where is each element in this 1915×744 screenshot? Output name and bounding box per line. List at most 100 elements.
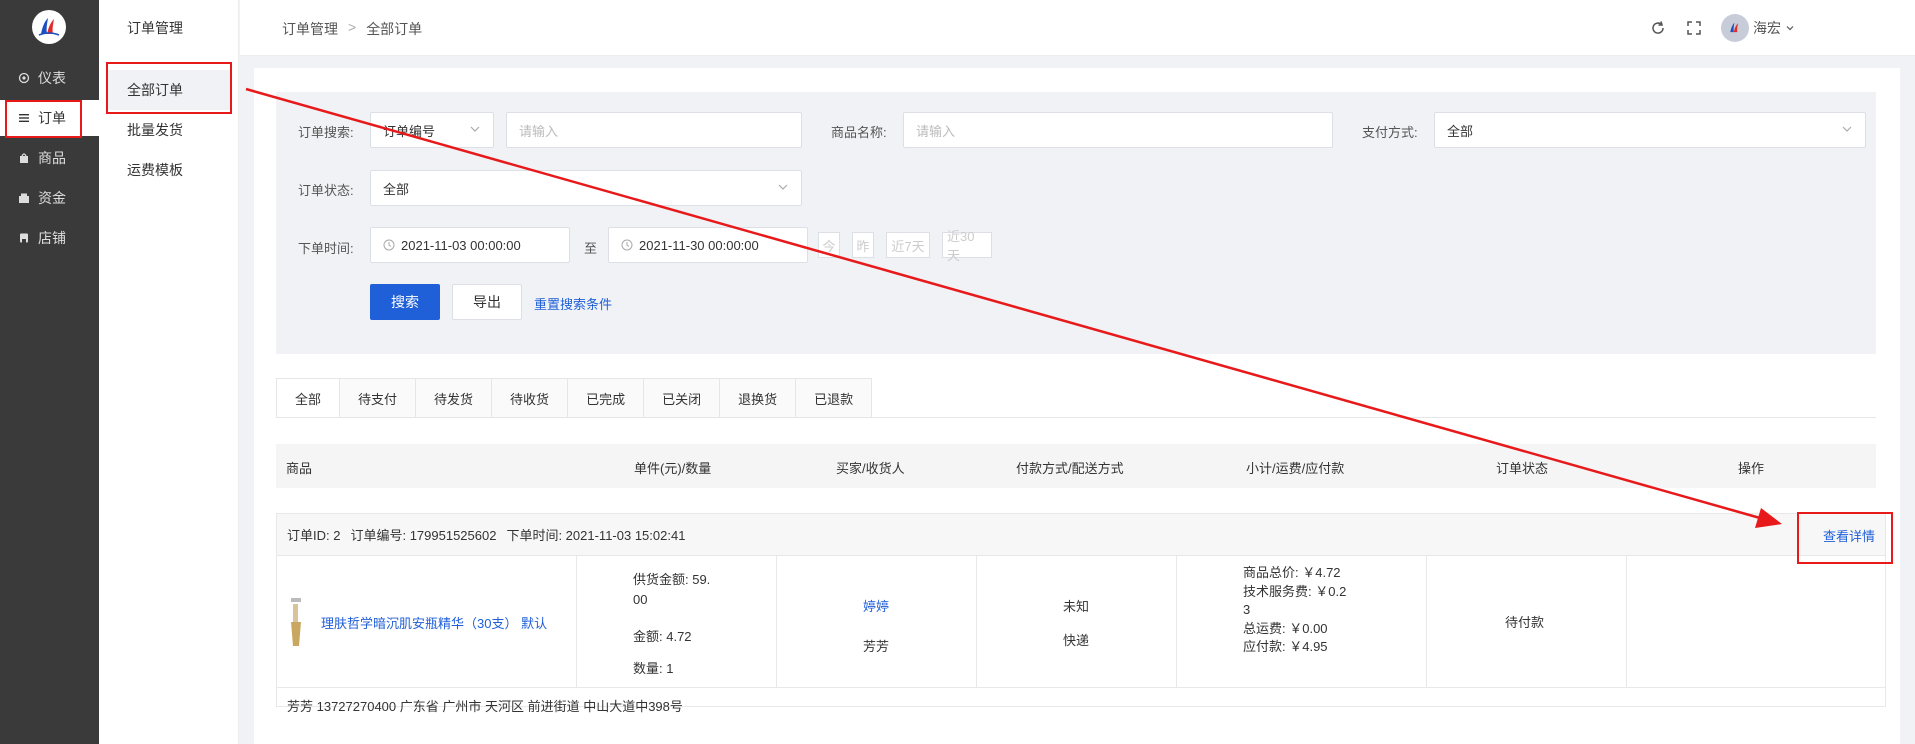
order-search-label: 订单搜索: <box>298 125 354 140</box>
sidebar-item-dashboard[interactable]: 仪表 <box>0 60 99 96</box>
order-card: 订单ID: 2 订单编号: 179951525602 下单时间: 2021-11… <box>276 513 1886 714</box>
table-header: 商品 单件(元)/数量 买家/收货人 付款方式/配送方式 小计/运费/应付款 订… <box>276 444 1876 488</box>
chevron-down-icon <box>469 123 481 138</box>
chevron-down-icon <box>1785 20 1795 36</box>
quick-today-button[interactable]: 今 <box>818 232 840 258</box>
breadcrumb-item[interactable]: 订单管理 <box>282 19 338 39</box>
quick-30days-button[interactable]: 近30天 <box>942 229 992 263</box>
totals-cell: 商品总价: ￥4.72 技术服务费: ￥0.2 3 总运费: ￥0.00 应付款… <box>1177 556 1427 688</box>
buyer-name-link[interactable]: 婷婷 <box>863 596 889 615</box>
tab-pending-receipt[interactable]: 待收货 <box>492 378 569 418</box>
clock-icon <box>383 239 395 251</box>
bag-icon <box>18 152 30 164</box>
search-button[interactable]: 搜索 <box>370 284 440 320</box>
avatar <box>1721 14 1749 42</box>
buyer-cell: 婷婷 芳芳 <box>777 556 977 688</box>
product-name-label: 商品名称: <box>831 125 887 140</box>
refresh-icon[interactable] <box>1649 19 1667 37</box>
payment-method-label: 支付方式: <box>1362 125 1418 140</box>
payment-method-select[interactable]: 全部 <box>1434 112 1866 148</box>
totals-list: 商品总价: ￥4.72 技术服务费: ￥0.2 3 总运费: ￥0.00 应付款… <box>1243 564 1346 657</box>
payment-method: 未知 <box>1063 599 1090 614</box>
chevron-down-icon <box>1841 123 1853 138</box>
export-button[interactable]: 导出 <box>452 284 522 320</box>
end-time-value: 2021-11-30 00:00:00 <box>639 237 759 253</box>
sidebar-item-label: 资金 <box>38 190 66 206</box>
shipping-address: 芳芳 13727270400 广东省 广州市 天河区 前进街道 中山大道中398… <box>287 699 683 714</box>
column-header: 订单状态 <box>1496 461 1549 476</box>
quick-yesterday-button[interactable]: 昨 <box>852 232 874 258</box>
product-name-link[interactable]: 理肤哲学暗沉肌安瓶精华（30支） 默认 <box>321 613 547 632</box>
order-search-input[interactable]: 请输入 <box>506 112 802 148</box>
sidebar-item-label: 店铺 <box>38 230 66 246</box>
end-time-picker[interactable]: 2021-11-30 00:00:00 <box>608 227 808 263</box>
payment-method-value: 全部 <box>1447 123 1474 139</box>
product-thumbnail[interactable] <box>287 596 307 648</box>
order-search-type-select[interactable]: 订单编号 <box>370 112 494 148</box>
order-status-label: 订单状态: <box>298 183 354 198</box>
fullscreen-icon[interactable] <box>1685 19 1703 37</box>
receiver-name: 芳芳 <box>863 639 890 654</box>
payable-amount: 应付款: ￥4.95 <box>1243 639 1328 654</box>
clock-icon <box>621 239 633 251</box>
column-header: 单件(元)/数量 <box>634 461 712 476</box>
product-name-input[interactable]: 请输入 <box>903 112 1333 148</box>
order-status-tabs: 全部 待支付 待发货 待收货 已完成 已关闭 退换货 已退款 <box>276 378 873 418</box>
sidebar-item-store[interactable]: 店铺 <box>0 220 99 256</box>
top-header: 订单管理 > 全部订单 海宏 <box>240 0 1915 56</box>
tab-all[interactable]: 全部 <box>276 378 341 418</box>
supply-amount-line: 供货金额: 59. <box>633 572 711 587</box>
service-fee-cont: 3 <box>1243 602 1251 617</box>
breadcrumb-item: 全部订单 <box>366 21 423 37</box>
status-cell: 待付款 <box>1427 556 1627 688</box>
app-root: 仪表 订单 商品 资金 店铺 订单管理 全部订单 批量发货 运费模板 订单管理 … <box>0 0 1915 744</box>
tab-pending-shipment[interactable]: 待发货 <box>416 378 493 418</box>
order-status-select[interactable]: 全部 <box>370 170 802 206</box>
subnav-item-shipping-template[interactable]: 运费模板 <box>107 150 231 190</box>
start-time-value: 2021-11-03 00:00:00 <box>401 237 521 253</box>
tab-pending-payment[interactable]: 待支付 <box>340 378 417 418</box>
column-header: 商品 <box>286 461 313 476</box>
store-icon <box>18 232 30 244</box>
sidebar-item-products[interactable]: 商品 <box>0 140 99 176</box>
annotation-box-all-orders <box>106 62 232 114</box>
order-status-value: 全部 <box>383 181 410 197</box>
tab-return-exchange[interactable]: 退换货 <box>720 378 797 418</box>
price-quantity-cell: 供货金额: 59. 00 金额: 4.72 数量: 1 <box>577 556 777 688</box>
date-range-separator: 至 <box>584 241 598 256</box>
start-time-picker[interactable]: 2021-11-03 00:00:00 <box>370 227 570 263</box>
supply-amount: 供货金额: 59. 00 <box>633 570 710 610</box>
user-menu[interactable]: 海宏 <box>1721 14 1795 42</box>
user-name: 海宏 <box>1753 20 1781 36</box>
item-quantity: 数量: 1 <box>633 661 674 676</box>
annotation-box-view-details <box>1797 512 1893 564</box>
wallet-icon <box>18 192 30 204</box>
quick-7days-button[interactable]: 近7天 <box>886 232 930 258</box>
order-time-label: 下单时间: <box>298 241 354 256</box>
order-number: 订单编号: 179951525602 <box>350 528 497 543</box>
item-amount: 金额: 4.72 <box>633 629 692 644</box>
actions-cell <box>1627 556 1885 688</box>
sidebar-item-funds[interactable]: 资金 <box>0 180 99 216</box>
order-id: 订单ID: 2 <box>287 528 341 543</box>
tab-completed[interactable]: 已完成 <box>568 378 645 418</box>
column-header: 买家/收货人 <box>836 461 905 476</box>
tab-closed[interactable]: 已关闭 <box>644 378 721 418</box>
app-logo[interactable] <box>32 10 66 44</box>
reset-search-link[interactable]: 重置搜索条件 <box>534 294 612 313</box>
breadcrumb-separator-icon: > <box>348 19 357 35</box>
chevron-down-icon <box>777 181 789 196</box>
supply-amount-line: 00 <box>633 592 648 607</box>
delivery-method: 快递 <box>1063 633 1090 648</box>
table-row: 理肤哲学暗沉肌安瓶精华（30支） 默认 供货金额: 59. 00 金额: 4.7… <box>277 556 1885 688</box>
column-header: 付款方式/配送方式 <box>1016 461 1124 476</box>
tabs-divider <box>276 417 1876 418</box>
main-content: 订单搜索: 订单编号 请输入 商品名称: 请输入 支付方式: 全部 订单状态: … <box>254 68 1900 744</box>
annotation-box-orders <box>5 100 82 138</box>
order-search-type-value: 订单编号 <box>383 123 436 139</box>
subnav-item-batch-ship[interactable]: 批量发货 <box>107 110 231 150</box>
service-fee: 技术服务费: ￥0.2 <box>1243 583 1347 599</box>
tab-refunded[interactable]: 已退款 <box>796 378 873 418</box>
sidebar-item-label: 商品 <box>38 150 66 166</box>
gear-icon <box>18 72 30 84</box>
